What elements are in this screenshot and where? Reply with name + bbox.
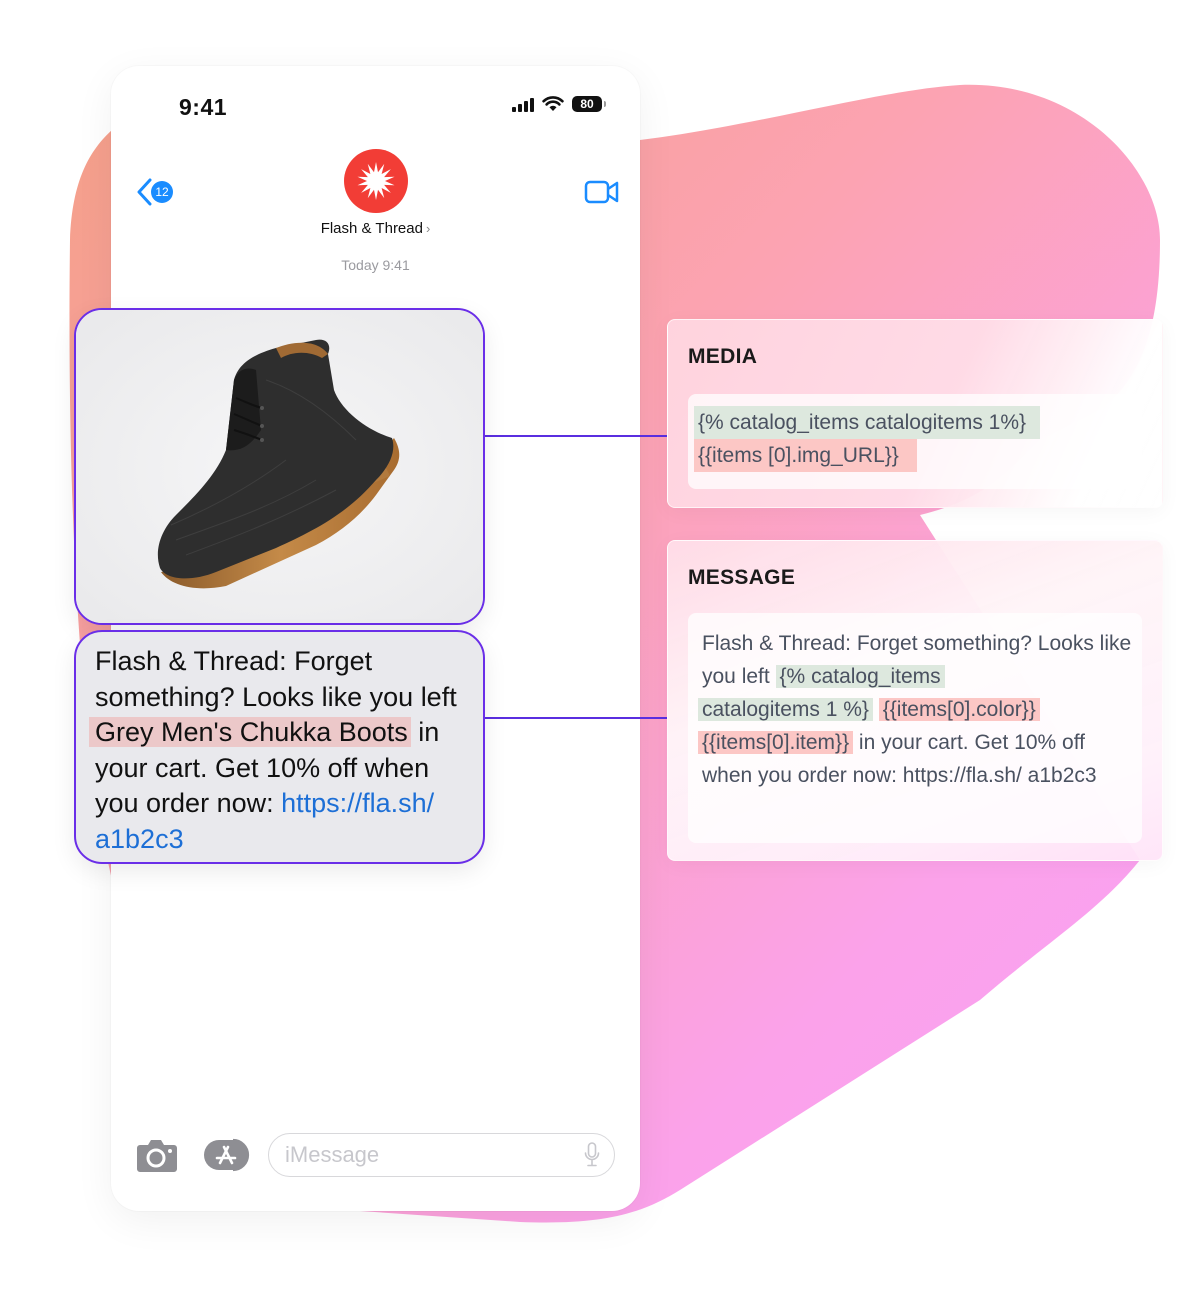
imessage-field[interactable] <box>268 1133 615 1177</box>
back-button[interactable]: 12 <box>135 178 173 206</box>
video-call-button[interactable] <box>584 180 620 209</box>
camera-icon <box>137 1140 177 1172</box>
message-text-prefix: Flash & Thread: Forget something? Looks … <box>95 646 457 712</box>
text-message-bubble[interactable]: Flash & Thread: Forget something? Looks … <box>74 630 485 864</box>
connector-line-media <box>485 435 667 437</box>
message-panel: MESSAGE Flash & Thread: Forget something… <box>667 540 1163 861</box>
battery-icon: 80 <box>572 96 606 112</box>
video-camera-icon <box>584 180 619 204</box>
product-name-highlight: Grey Men's Chukka Boots <box>89 717 411 747</box>
item-name-tag: {{items[0].item}} <box>698 731 854 754</box>
contact-name-label: Flash & Thread <box>320 220 423 237</box>
catalog-items-tag-part1: {% catalog_items <box>775 665 945 688</box>
cellular-signal-icon <box>512 96 534 112</box>
camera-button[interactable] <box>136 1137 178 1173</box>
message-code-box: Flash & Thread: Forget something? Looks … <box>688 613 1142 843</box>
image-message-bubble[interactable] <box>74 308 485 625</box>
message-panel-title: MESSAGE <box>688 566 796 589</box>
catalog-items-tag: {% catalog_items catalogitems 1%} <box>694 406 1041 439</box>
wifi-icon <box>542 96 564 111</box>
contact-avatar[interactable] <box>344 149 408 213</box>
starburst-logo-icon <box>357 162 395 200</box>
short-link-part2: a1b2c3 <box>95 823 184 854</box>
app-store-button[interactable] <box>203 1137 253 1173</box>
status-icons: 80 <box>512 96 606 112</box>
app-store-icon <box>204 1138 250 1172</box>
contact-name[interactable]: Flash & Thread › <box>111 220 640 237</box>
conversation-timestamp: Today 9:41 <box>341 257 410 273</box>
short-link-part1: https://fla.sh/ <box>281 788 435 818</box>
media-panel: MEDIA {% catalog_items catalogitems 1%} … <box>667 319 1163 508</box>
media-panel-title: MEDIA <box>688 345 758 368</box>
imessage-input[interactable] <box>285 1142 584 1168</box>
unread-badge: 12 <box>151 181 173 203</box>
item-color-tag: {{items[0].color}} <box>878 698 1040 721</box>
message-input-bar <box>136 1132 615 1178</box>
media-code-box: {% catalog_items catalogitems 1%} {{item… <box>688 394 1142 489</box>
img-url-tag: {{items [0].img_URL}} <box>694 439 917 472</box>
status-time: 9:41 <box>179 94 228 120</box>
microphone-icon[interactable] <box>584 1142 600 1168</box>
catalog-items-tag-part2: catalogitems 1 %} <box>698 698 873 721</box>
connector-line-message <box>485 717 667 719</box>
product-image <box>76 310 483 623</box>
chevron-right-icon: › <box>425 221 431 236</box>
